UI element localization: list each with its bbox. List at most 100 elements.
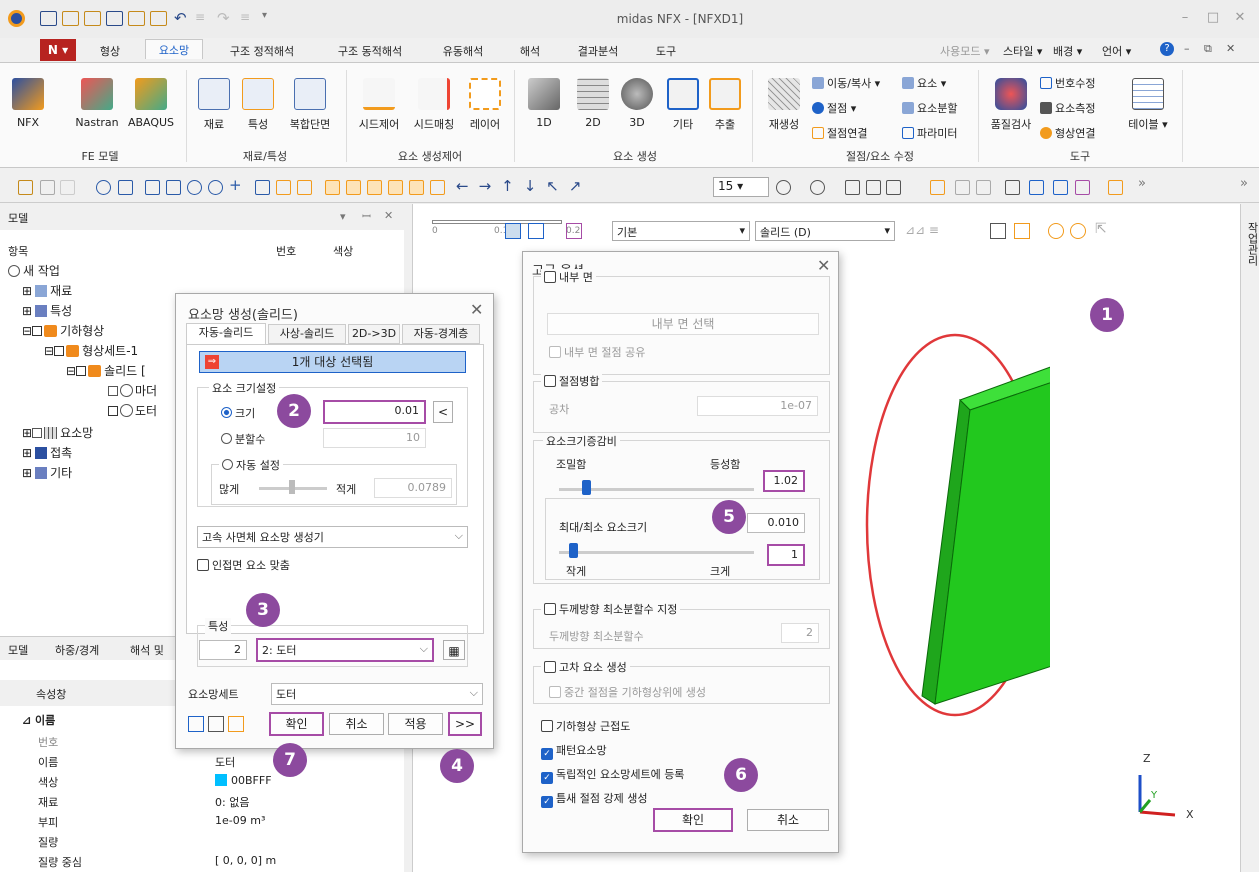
global-axes-icon[interactable]	[1075, 180, 1090, 195]
size-pick-button[interactable]: <	[433, 401, 453, 423]
shading-icon[interactable]	[810, 180, 825, 195]
grid-view-icon[interactable]	[255, 180, 270, 195]
grid-icon[interactable]	[1005, 180, 1020, 195]
tree-item-contact[interactable]: ⊞ 접촉	[22, 444, 72, 461]
advanced-cancel-button[interactable]: 취소	[747, 809, 829, 831]
toolbar-overflow2-icon[interactable]: »	[1240, 176, 1248, 191]
meshset-combo[interactable]: 도터 ⌵	[271, 683, 483, 705]
property-combo[interactable]: 2: 도터 ⌵	[256, 638, 434, 662]
cursor-icon[interactable]: ⇱	[1095, 221, 1107, 237]
mesh-cancel-button[interactable]: 취소	[329, 713, 384, 735]
menu-tools[interactable]: 도구	[648, 43, 684, 63]
thickness-input[interactable]: 2	[781, 623, 819, 643]
pick-entity-icon[interactable]	[1070, 223, 1086, 239]
element-menu-button[interactable]: 요소 ▾	[902, 75, 946, 91]
panel-close-icon[interactable]: ✕	[384, 209, 393, 222]
tree-item-new-job[interactable]: 새 작업	[8, 262, 60, 279]
render-mode-combo[interactable]: 솔리드 (D) ▾	[755, 221, 895, 241]
view-arrows-icon[interactable]: ←→↑↓↖↗	[456, 177, 591, 195]
menu-style[interactable]: 스타일 ▾	[1003, 43, 1042, 63]
rotate-icon[interactable]	[187, 180, 202, 195]
tree-item-shapeset[interactable]: ⊟ 형상세트-1	[44, 342, 138, 359]
menu-background[interactable]: 배경 ▾	[1053, 43, 1082, 63]
pattern-checkbox[interactable]: ✓ 패턴요소망	[541, 742, 607, 760]
shapeset-checkbox[interactable]	[54, 346, 65, 356]
layer-button[interactable]: 레이어	[464, 78, 506, 132]
export-icon[interactable]	[150, 11, 167, 26]
help-icon[interactable]: ?	[1160, 42, 1174, 56]
transparency-icon[interactable]	[866, 180, 881, 195]
material-button[interactable]: 재료	[198, 78, 230, 132]
advanced-options-button[interactable]: >>	[448, 712, 482, 736]
mesher-combo[interactable]: 고속 사면체 요소망 생성기 ⌵	[197, 526, 468, 548]
regenerate-button[interactable]: 재생성	[760, 78, 808, 132]
division-radio[interactable]: 분할수	[221, 431, 265, 447]
select-mode-icon[interactable]	[505, 223, 521, 239]
clear-selection-icon[interactable]	[990, 223, 1006, 239]
save-icon[interactable]	[106, 11, 123, 26]
new-file-icon[interactable]	[40, 11, 57, 26]
auto-value-input[interactable]: 0.0789	[374, 478, 452, 498]
mid-node-checkbox[interactable]: 중간 절점을 기하형상위에 생성	[549, 684, 706, 700]
panel-dropdown-icon[interactable]: ▾	[340, 210, 346, 223]
pan-icon[interactable]: +	[229, 176, 244, 194]
ribbon-minimize-icon[interactable]: –	[1184, 42, 1190, 55]
shape-connect-button[interactable]: 형상연결	[1040, 125, 1095, 141]
undo-list-icon[interactable]: ≡	[195, 10, 205, 24]
proximity-checkbox[interactable]: 기하형상 근접도	[541, 718, 630, 734]
menu-static[interactable]: 구조 정적해석	[217, 43, 307, 63]
menu-analysis[interactable]: 해석	[512, 43, 548, 63]
seed-matching-button[interactable]: 시드매칭	[408, 78, 460, 132]
view-back-icon[interactable]	[367, 180, 382, 195]
workplane-align-icon[interactable]	[297, 180, 312, 195]
view-type-combo[interactable]: 기본 ▾	[612, 221, 750, 241]
mesh-option-icon[interactable]	[228, 716, 244, 732]
node-connect-button[interactable]: 절점연결	[812, 125, 867, 141]
mesh-3d-button[interactable]: 3D	[620, 78, 654, 129]
prop-value-color[interactable]: 00BFFF	[215, 774, 272, 787]
abaqus-button[interactable]: ABAQUS	[124, 78, 178, 129]
mesh-other-button[interactable]: 기타	[666, 78, 700, 132]
inner-face-share-checkbox[interactable]: 내부 면 절점 공유	[549, 344, 645, 360]
auto-radio[interactable]: 자동 설정	[219, 457, 283, 473]
division-input[interactable]: 10	[323, 428, 426, 448]
unlock-icon[interactable]	[60, 180, 75, 195]
tab-auto-boundary[interactable]: 자동-경계층	[402, 324, 480, 344]
grading-input[interactable]: 1.02	[763, 470, 805, 492]
maximize-icon[interactable]: □	[1203, 10, 1223, 25]
adjacent-face-checkbox[interactable]: 인접면 요소 맞춤	[197, 557, 290, 573]
mother-checkbox[interactable]	[108, 386, 118, 396]
angle-step-combo[interactable]: 15 ▾	[713, 177, 769, 197]
element-measure-button[interactable]: 요소측정	[1040, 100, 1095, 116]
menu-mesh[interactable]: 요소망	[145, 39, 203, 59]
inner-face-select-button[interactable]: 내부 면 선택	[547, 313, 819, 335]
show-icon[interactable]	[976, 180, 991, 195]
app-menu-button[interactable]: N ▾	[40, 39, 76, 61]
ratio-input[interactable]: 1	[767, 544, 805, 566]
app-logo-icon[interactable]	[8, 10, 25, 27]
pick-point-icon[interactable]	[1048, 223, 1064, 239]
doc-close-icon[interactable]: ✕	[1226, 42, 1235, 55]
maxmin-slider-thumb[interactable]	[569, 543, 578, 558]
hide-icon[interactable]	[955, 180, 970, 195]
rotate-dynamic-icon[interactable]	[208, 180, 223, 195]
open-folder-icon[interactable]	[62, 11, 79, 26]
tree-item-other[interactable]: ⊞ 기타	[22, 464, 72, 481]
toolbar-overflow-icon[interactable]: »	[1138, 176, 1146, 191]
maxmin-slider[interactable]	[559, 551, 754, 554]
minimize-icon[interactable]: –	[1175, 10, 1195, 25]
customize-icon[interactable]: ▾	[262, 10, 267, 21]
gap-node-checkbox[interactable]: ✓ 틈새 절점 강제 생성	[541, 790, 647, 808]
maxmin-input[interactable]: 0.010	[747, 513, 805, 533]
display-mode-icon[interactable]	[776, 180, 791, 195]
menu-mode[interactable]: 사용모드 ▾	[940, 43, 990, 63]
size-input[interactable]: 0.01	[323, 400, 426, 424]
pick-icon[interactable]	[566, 223, 582, 239]
lock-icon[interactable]	[40, 180, 55, 195]
ribbon-restore-icon[interactable]: ⧉	[1204, 42, 1212, 56]
close-icon[interactable]: ✕	[1230, 10, 1250, 25]
table-button[interactable]: 테이블 ▾	[1127, 78, 1169, 132]
mesh-checkbox[interactable]	[32, 428, 43, 438]
tab-mapped-solid[interactable]: 사상-솔리드	[268, 324, 346, 344]
workplane-icon[interactable]	[276, 180, 291, 195]
